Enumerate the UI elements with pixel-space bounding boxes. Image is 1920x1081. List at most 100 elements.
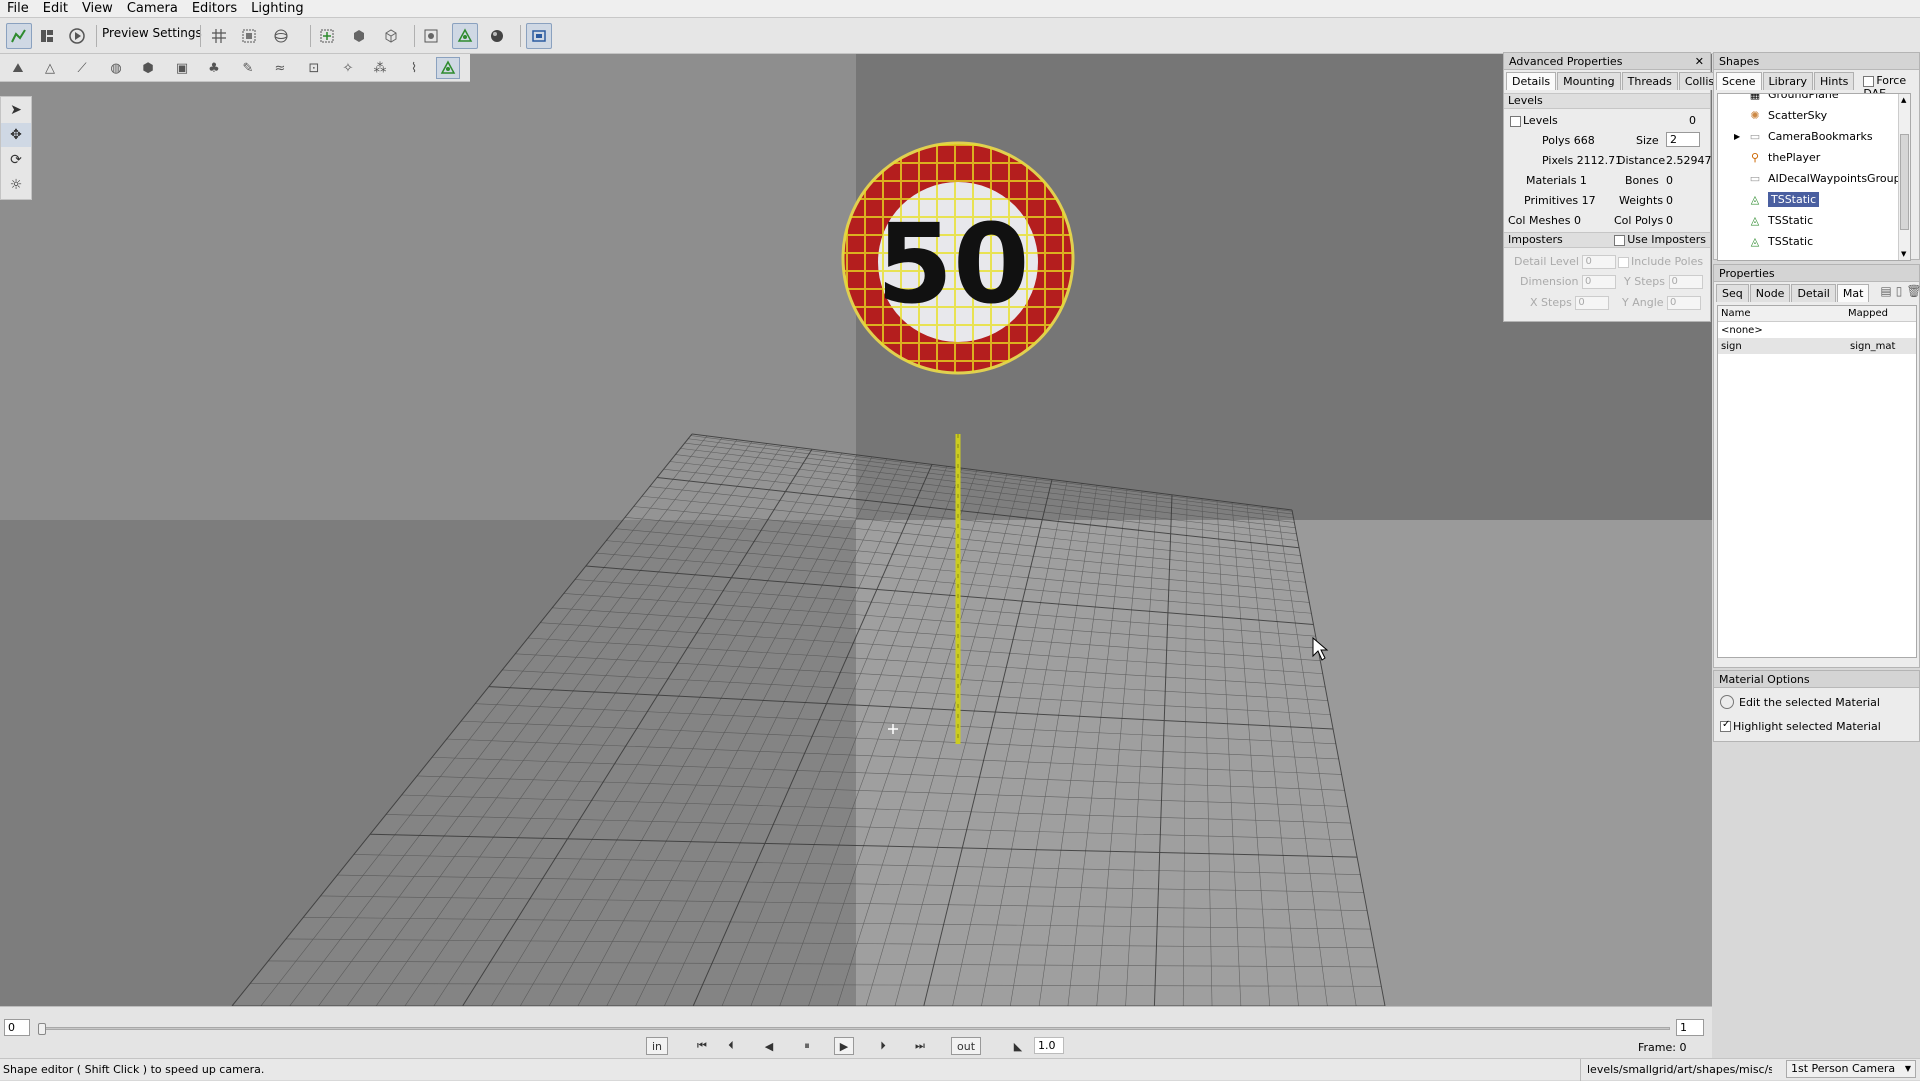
sun-icon[interactable]: ☼ [1,173,31,197]
mesh-road-icon[interactable]: ✧ [336,57,360,79]
solid-cube-icon[interactable] [346,23,372,49]
grid-icon[interactable] [206,23,232,49]
menu-editors[interactable]: Editors [185,1,244,16]
colmeshes-label: Col Meshes [1508,214,1571,227]
use-imposters-checkbox[interactable]: Use Imposters [1614,233,1706,247]
tree-item-tsstatic-selected[interactable]: ◬ TSStatic [1718,189,1910,210]
tab-mat[interactable]: Mat [1836,284,1870,302]
tab-detail[interactable]: Detail [1791,284,1836,302]
wireframe-icon[interactable] [268,23,294,49]
out-button[interactable]: out [951,1037,982,1055]
tree-item-tsstatic[interactable]: ◬ TSStatic [1718,210,1910,231]
expand-arrow-icon[interactable]: ▶ [1734,132,1748,141]
tree-scrollbar[interactable]: ▲ ▼ [1898,94,1910,260]
tab-seq[interactable]: Seq [1716,284,1749,302]
decal-icon[interactable]: ⊡ [302,57,326,79]
play-reverse-icon[interactable]: ◀ [762,1037,776,1055]
timeline-end-input[interactable]: 1 [1676,1019,1704,1036]
levels-checkbox[interactable]: Levels [1510,114,1558,127]
material-table-header: Name Mapped [1718,306,1916,322]
tab-scene[interactable]: Scene [1716,72,1762,90]
terrain-icon[interactable]: ⛰ [6,57,30,79]
ghost-cube-icon[interactable] [378,23,404,49]
tree-item-aidecalwaypointsgroup[interactable]: ▭ AIDecalWaypointsGroup [1718,168,1910,189]
in-button[interactable]: in [646,1037,669,1055]
rotate-icon[interactable]: ⟳ [1,148,31,172]
timeline-slider[interactable] [42,1027,1670,1030]
brush-icon[interactable]: ✎ [236,57,260,79]
menu-lighting[interactable]: Lighting [244,1,311,16]
ping-pong-icon[interactable]: ◣ [1010,1037,1026,1055]
tab-library[interactable]: Library [1762,72,1814,90]
menu-file[interactable]: File [0,1,36,16]
menu-edit[interactable]: Edit [36,1,75,16]
tab-threads[interactable]: Threads [1621,72,1678,90]
river-icon[interactable]: ≈ [268,57,292,79]
arrow-select-icon[interactable]: ➤ [1,98,31,122]
material-row-selected[interactable]: sign sign_mat [1718,338,1916,354]
skip-start-icon[interactable]: ⏮ [694,1037,710,1055]
road-icon[interactable]: ⟋ [70,57,94,79]
speed-input[interactable]: 1.0 [1034,1037,1064,1054]
bounds-icon[interactable] [236,23,262,49]
panel-icon[interactable] [34,23,60,49]
play-icon[interactable]: ▶ [834,1037,854,1055]
tab-hints[interactable]: Hints [1814,72,1855,90]
delete-icon[interactable]: 🗑 [1906,284,1920,302]
colmeshes-value: 0 [1573,214,1581,227]
shape-editor-tool-icon[interactable] [436,57,460,79]
viewport-icon[interactable] [526,23,552,49]
menu-camera[interactable]: Camera [120,1,185,16]
shape-editor-icon[interactable] [6,23,32,49]
camera-dropdown[interactable]: 1st Person Camera ▼ [1786,1060,1916,1078]
play-circle-icon[interactable] [64,23,90,49]
sphere-icon[interactable] [484,23,510,49]
edit-material-button[interactable]: Edit the selected Material [1720,695,1880,709]
cube-icon[interactable]: ⬢ [136,57,160,79]
3d-viewport[interactable]: 50 [0,54,1712,1006]
scrollbar-thumb[interactable] [1900,134,1909,230]
select-node-icon[interactable] [314,23,340,49]
preview-settings-button[interactable]: Preview Settings [102,26,202,40]
save-icon[interactable]: ▤ [1880,284,1891,302]
force-dae-checkbox[interactable]: Force DAE [1863,74,1917,100]
highlight-material-checkbox[interactable]: Highlight selected Material [1720,719,1881,733]
size-input[interactable]: 2 [1666,132,1700,147]
step-forward-icon[interactable]: ⏵ [876,1037,890,1055]
include-poles-checkbox[interactable]: Include Poles [1618,255,1703,268]
transform-tools: ➤ ✥ ⟳ ☼ [0,96,32,200]
tab-node[interactable]: Node [1749,284,1791,302]
close-icon[interactable]: ✕ [1695,53,1704,70]
bones-value: 0 [1666,174,1673,187]
timeline-start-input[interactable]: 0 [4,1019,30,1036]
primitives-value: 17 [1581,194,1596,207]
new-icon[interactable]: ▯ [1896,284,1903,302]
timeline-slider-thumb[interactable] [38,1023,46,1035]
tsstatic-toolbar-icon[interactable] [452,23,478,49]
tab-mounting[interactable]: Mounting [1557,72,1621,90]
forest-icon[interactable]: ♣ [202,57,226,79]
tsstatic-icon: ◬ [1750,193,1760,206]
step-back-icon[interactable]: ⏴ [724,1037,738,1055]
menu-view[interactable]: View [75,1,120,16]
pause-icon[interactable]: ⏸ [800,1037,814,1055]
globe-icon[interactable]: ◍ [104,57,128,79]
material-row[interactable]: <none> [1718,322,1916,338]
tree-item-scattersky[interactable]: ✺ ScatterSky [1718,105,1910,126]
image-icon[interactable]: ▣ [170,57,194,79]
tree-item-tsstatic[interactable]: ◬ TSStatic [1718,231,1910,252]
distance-value: 2.52947 [1666,154,1712,167]
animation-timeline: 0 1 in ⏮ ⏴ ◀ ⏸ ▶ ⏵ ⏭ out ◣ 1.0 Frame: 0 [0,1006,1712,1058]
nav-icon[interactable]: ⌇ [402,57,426,79]
tab-details[interactable]: Details [1506,72,1557,90]
main-toolbar: Preview Settings [0,18,1920,54]
tree-item-theplayer[interactable]: ⚲ thePlayer [1718,147,1910,168]
move-icon[interactable]: ✥ [1,123,31,147]
mountain-icon[interactable]: △ [38,57,62,79]
camera-fit-icon[interactable] [418,23,444,49]
materials-label: Materials [1526,174,1577,187]
skip-end-icon[interactable]: ⏭ [912,1037,928,1055]
tree-item-groundplane[interactable]: ▦ GroundPlane [1718,94,1910,105]
tree-item-camerabookmarks[interactable]: ▶ ▭ CameraBookmarks [1718,126,1910,147]
particle-icon[interactable]: ⁂ [368,57,392,79]
